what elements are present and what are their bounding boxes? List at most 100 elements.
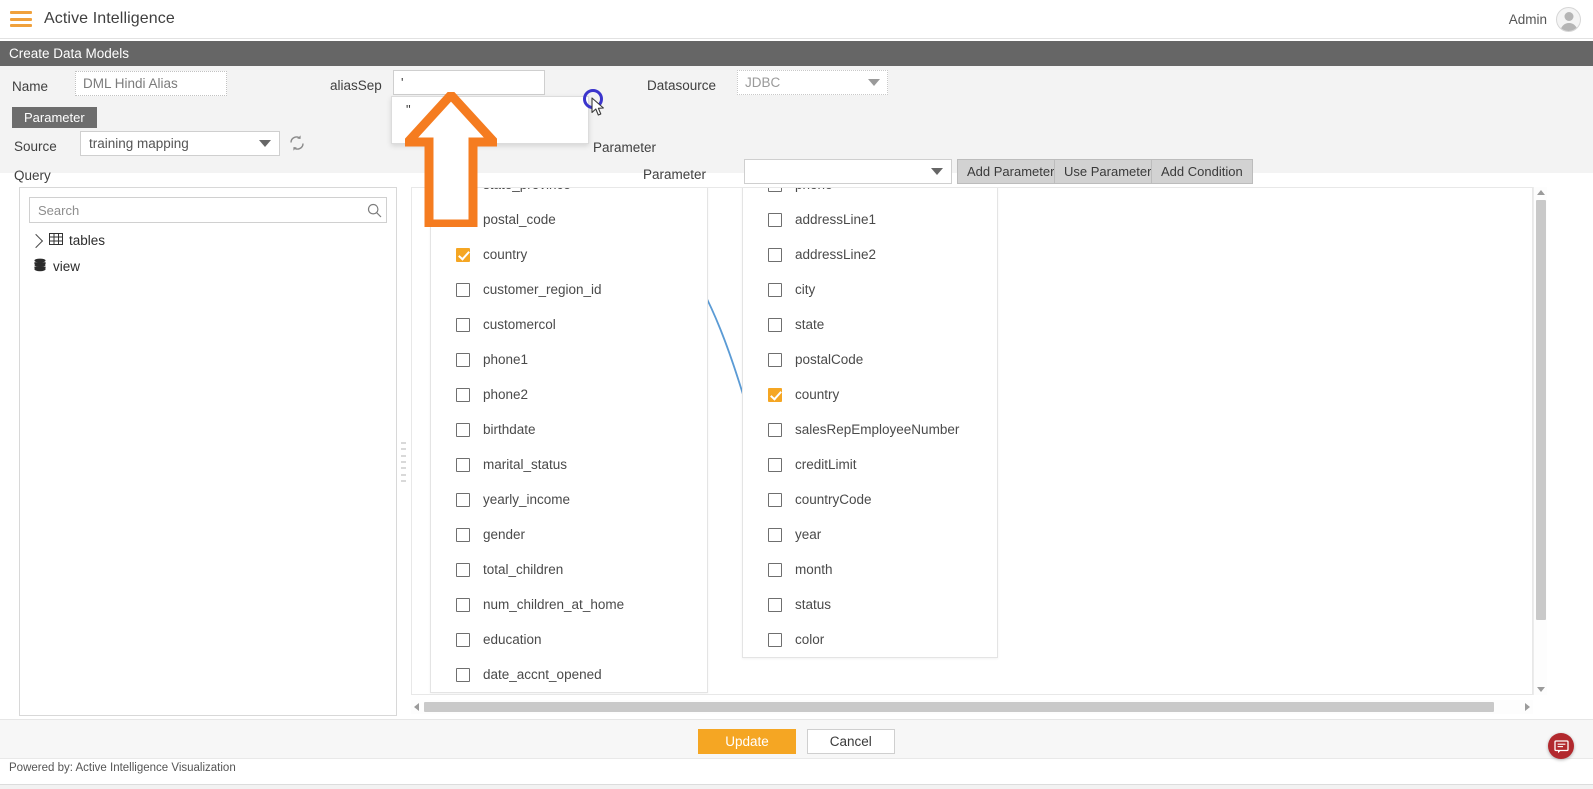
column-row[interactable]: postalCode — [743, 342, 997, 377]
column-row[interactable]: education — [431, 622, 707, 657]
column-row[interactable]: addressLine2 — [743, 237, 997, 272]
search-box[interactable] — [29, 197, 387, 223]
column-row[interactable]: marital_status — [431, 447, 707, 482]
checkbox-icon[interactable] — [768, 597, 782, 612]
add-condition-button[interactable]: Add Condition — [1151, 159, 1253, 184]
column-row[interactable]: state_province — [431, 188, 707, 202]
chat-bubble-icon[interactable] — [1548, 733, 1574, 759]
checkbox-icon[interactable] — [456, 457, 470, 472]
avatar[interactable] — [1556, 6, 1581, 32]
column-row[interactable]: phone2 — [431, 377, 707, 412]
column-label: salesRepEmployeeNumber — [795, 422, 960, 437]
checkbox-icon[interactable] — [768, 457, 782, 472]
scroll-up-arrow-icon[interactable] — [1537, 190, 1545, 195]
name-input[interactable] — [75, 71, 227, 96]
column-row[interactable]: salesRepEmployeeNumber — [743, 412, 997, 447]
column-row[interactable]: postal_code — [431, 202, 707, 237]
hamburger-menu-icon[interactable] — [10, 11, 32, 27]
column-row[interactable]: month — [743, 552, 997, 587]
horizontal-scroll-thumb[interactable] — [424, 702, 1494, 712]
checkbox-icon[interactable] — [768, 492, 782, 507]
add-parameter-label: Add Parameter — [967, 164, 1055, 179]
checkbox-icon[interactable] — [456, 188, 470, 192]
use-parameter-button[interactable]: Use Parameter — [1054, 159, 1162, 184]
sidebar-item-tables[interactable]: tables — [20, 228, 396, 253]
column-row[interactable]: state — [743, 307, 997, 342]
column-row[interactable]: countryCode — [743, 482, 997, 517]
column-row[interactable]: customercol — [431, 307, 707, 342]
aliassep-option[interactable]: " — [392, 97, 588, 123]
checkbox-icon[interactable] — [456, 527, 470, 542]
column-row[interactable]: yearly_income — [431, 482, 707, 517]
checkbox-icon[interactable] — [768, 212, 782, 227]
column-row[interactable]: total_children — [431, 552, 707, 587]
update-button[interactable]: Update — [698, 729, 796, 754]
canvas-vertical-scrollbar[interactable] — [1533, 187, 1547, 695]
column-row[interactable]: country — [431, 237, 707, 272]
checkbox-icon[interactable] — [768, 527, 782, 542]
scroll-right-arrow-icon[interactable] — [1525, 703, 1530, 711]
column-row[interactable]: city — [743, 272, 997, 307]
column-row[interactable]: gender — [431, 517, 707, 552]
checkbox-icon[interactable] — [768, 247, 782, 262]
aliassep-input[interactable] — [393, 70, 545, 95]
checkbox-icon[interactable] — [768, 562, 782, 577]
checkbox-icon[interactable] — [456, 282, 470, 297]
checkbox-icon[interactable] — [456, 387, 470, 402]
search-icon[interactable] — [362, 203, 386, 218]
aliassep-dropdown[interactable]: " — [391, 96, 589, 144]
checkbox-checked-icon[interactable] — [456, 247, 470, 262]
sidebar-item-view[interactable]: view — [20, 253, 396, 280]
checkbox-checked-icon[interactable] — [768, 387, 782, 402]
source-select[interactable]: training mapping — [80, 131, 280, 156]
checkbox-icon[interactable] — [456, 492, 470, 507]
checkbox-icon[interactable] — [456, 422, 470, 437]
database-stack-icon — [33, 258, 47, 275]
query-label: Query — [14, 168, 51, 183]
column-row[interactable]: addressLine1 — [743, 202, 997, 237]
column-label: gender — [483, 527, 526, 542]
left-column-list: state_province postal_codecountry customer… — [431, 188, 707, 692]
column-row[interactable]: country — [743, 377, 997, 412]
add-parameter-button[interactable]: Add Parameter — [957, 159, 1065, 184]
column-label: state_province — [483, 188, 571, 192]
tab-parameter[interactable]: Parameter — [12, 107, 97, 128]
column-label: phone2 — [483, 387, 529, 402]
column-row[interactable]: status — [743, 587, 997, 622]
column-label: phone1 — [483, 352, 529, 367]
column-row[interactable]: birthdate — [431, 412, 707, 447]
search-input[interactable] — [30, 202, 362, 218]
column-row[interactable]: date_accnt_opened — [431, 657, 707, 692]
scroll-left-arrow-icon[interactable] — [414, 703, 419, 711]
chevron-down-icon — [868, 79, 880, 86]
cancel-button[interactable]: Cancel — [806, 729, 895, 754]
column-row[interactable]: creditLimit — [743, 447, 997, 482]
column-row[interactable]: year — [743, 517, 997, 552]
checkbox-icon[interactable] — [456, 667, 470, 682]
canvas-horizontal-scrollbar[interactable] — [411, 700, 1533, 714]
checkbox-icon[interactable] — [456, 317, 470, 332]
column-row[interactable]: num_children_at_home — [431, 587, 707, 622]
checkbox-icon[interactable] — [768, 632, 782, 647]
checkbox-icon[interactable] — [768, 188, 782, 192]
checkbox-icon[interactable] — [456, 597, 470, 612]
checkbox-icon[interactable] — [768, 422, 782, 437]
column-row[interactable]: phone — [743, 188, 997, 202]
checkbox-icon[interactable] — [456, 562, 470, 577]
scroll-down-arrow-icon[interactable] — [1537, 687, 1545, 692]
panel-splitter-handle[interactable] — [399, 440, 408, 484]
column-row[interactable]: customer_region_id — [431, 272, 707, 307]
chevron-right-icon[interactable] — [28, 233, 44, 248]
checkbox-icon[interactable] — [768, 317, 782, 332]
column-row[interactable]: phone1 — [431, 342, 707, 377]
checkbox-icon[interactable] — [456, 352, 470, 367]
checkbox-icon[interactable] — [456, 632, 470, 647]
parameter-select[interactable] — [744, 159, 952, 184]
checkbox-icon[interactable] — [456, 212, 470, 227]
refresh-icon[interactable] — [288, 134, 306, 152]
datasource-select[interactable]: JDBC — [737, 70, 888, 95]
checkbox-icon[interactable] — [768, 352, 782, 367]
vertical-scroll-thumb[interactable] — [1536, 200, 1546, 620]
checkbox-icon[interactable] — [768, 282, 782, 297]
column-row[interactable]: color — [743, 622, 997, 657]
